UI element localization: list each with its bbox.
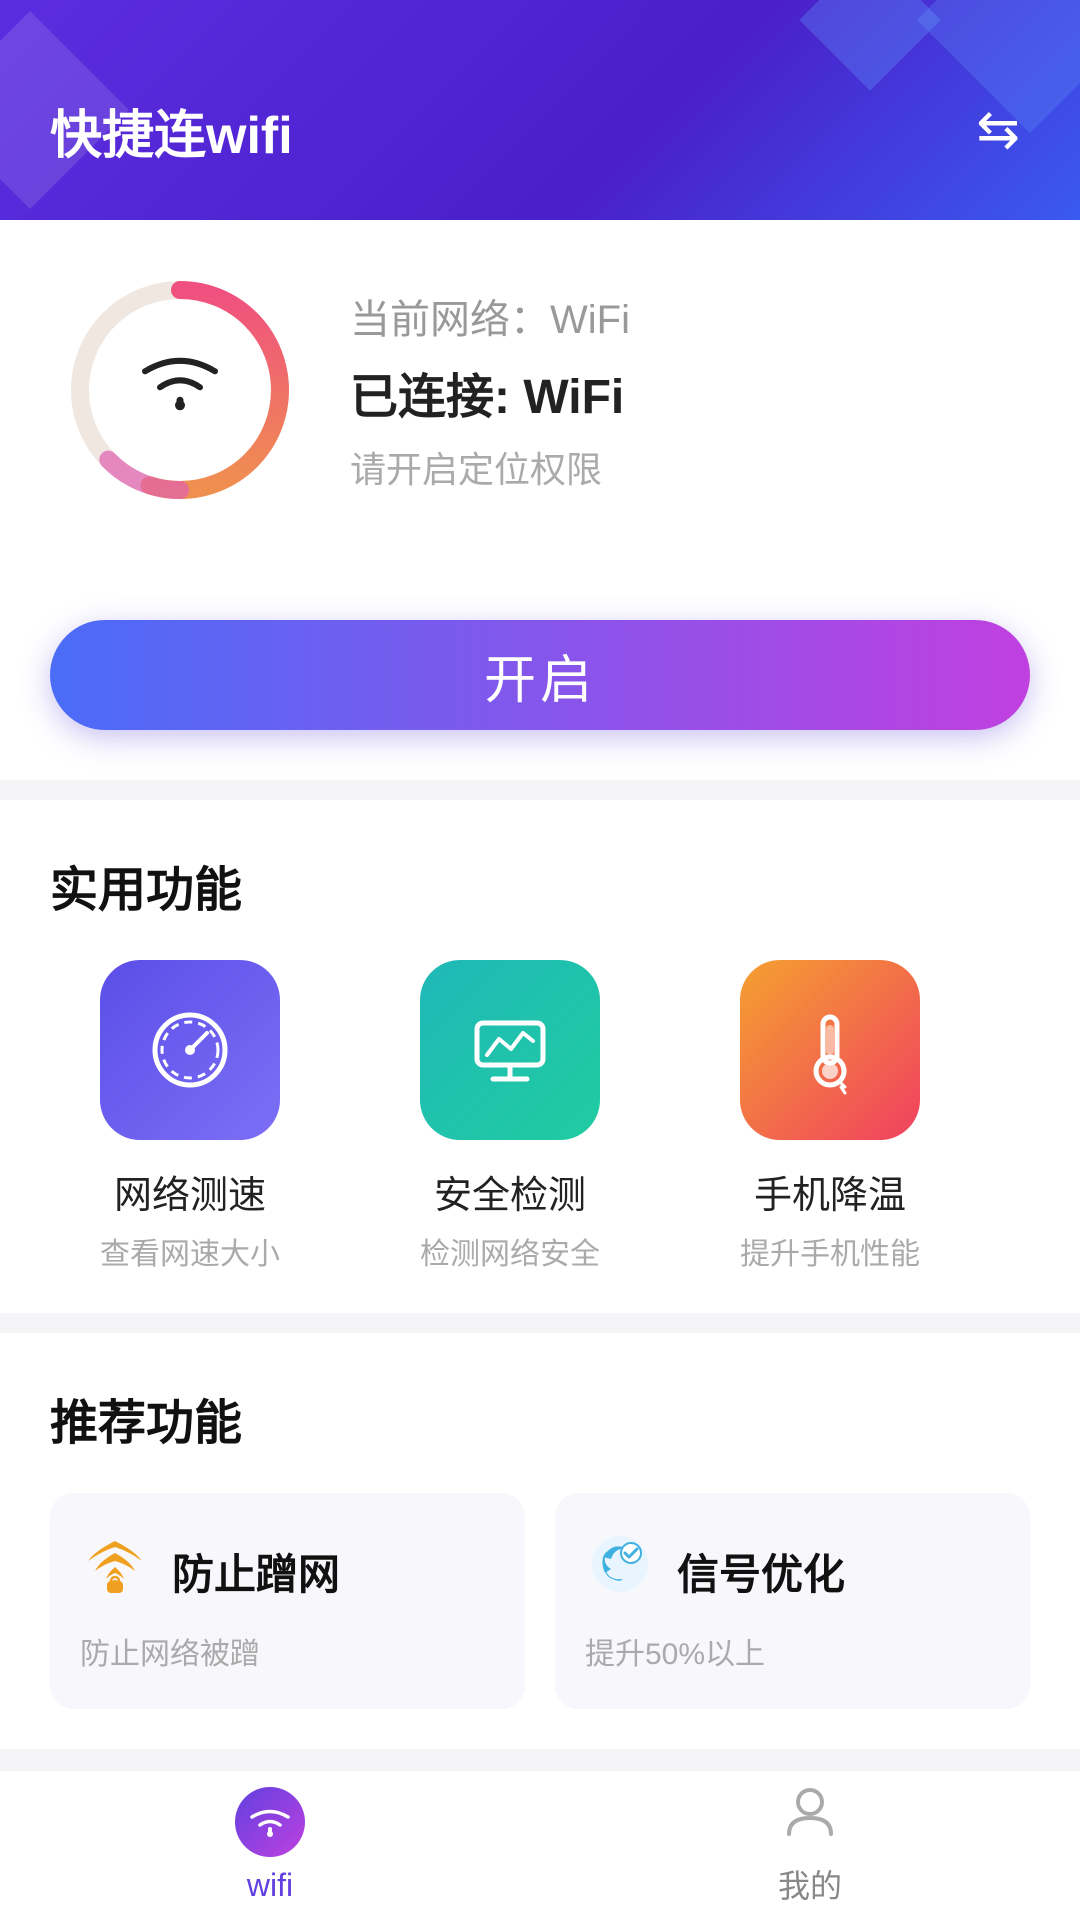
nav-label-wifi: wifi xyxy=(247,1867,293,1904)
recommend-row-protect: 防止蹭网 xyxy=(80,1529,495,1613)
back-button[interactable]: ⇆ xyxy=(966,90,1030,170)
feature-item-security[interactable]: 安全检测 检测网络安全 xyxy=(370,960,650,1273)
recommend-title-protect: 防止蹭网 xyxy=(172,1541,340,1602)
wifi-ring xyxy=(60,270,300,510)
feature-desc-speed: 查看网速大小 xyxy=(100,1229,280,1273)
nav-label-mine: 我的 xyxy=(778,1861,842,1907)
recommend-item-signal[interactable]: 信号优化 提升50%以上 xyxy=(555,1493,1030,1709)
nav-wifi-icon xyxy=(235,1787,305,1857)
nav-person-icon xyxy=(783,1784,837,1851)
recommend-desc-protect: 防止网络被蹭 xyxy=(80,1629,495,1673)
feature-item-speed[interactable]: 网络测速 查看网速大小 xyxy=(50,960,330,1273)
btn-section: 开启 xyxy=(0,570,1080,780)
recommend-row-signal: 信号优化 xyxy=(585,1529,1000,1613)
feature-name-security: 安全检测 xyxy=(434,1164,586,1219)
header-deco-2 xyxy=(799,0,940,91)
wifi-center-icon xyxy=(135,345,225,431)
open-button[interactable]: 开启 xyxy=(50,620,1030,730)
recommend-item-protect[interactable]: 防止蹭网 防止网络被蹭 xyxy=(50,1493,525,1709)
feature-item-cooling[interactable]: 手机降温 提升手机性能 xyxy=(690,960,970,1273)
permission-hint: 请开启定位权限 xyxy=(350,441,1020,493)
signal-boost-icon xyxy=(585,1529,655,1613)
feature-grid: 网络测速 查看网速大小 安全检测 检测网络安全 xyxy=(50,960,1030,1273)
feature-desc-security: 检测网络安全 xyxy=(420,1229,600,1273)
practical-section: 实用功能 网络测速 查看网速大小 xyxy=(0,800,1080,1313)
feature-icon-speedometer xyxy=(100,960,280,1140)
network-info: 当前网络：WiFi 已连接: WiFi 请开启定位权限 xyxy=(350,287,1020,493)
recommend-title-signal: 信号优化 xyxy=(677,1541,845,1602)
current-network-text: 当前网络：WiFi xyxy=(350,287,1020,345)
recommend-grid: 防止蹭网 防止网络被蹭 xyxy=(50,1493,1030,1709)
wifi-lock-icon xyxy=(80,1529,150,1613)
bottom-nav: wifi 我的 xyxy=(0,1770,1080,1920)
recommend-title: 推荐功能 xyxy=(50,1383,1030,1453)
feature-icon-monitor xyxy=(420,960,600,1140)
header: 快捷连wifi ⇆ xyxy=(0,0,1080,220)
nav-item-mine[interactable]: 我的 xyxy=(540,1784,1080,1907)
nav-item-wifi[interactable]: wifi xyxy=(0,1787,540,1904)
status-card: 当前网络：WiFi 已连接: WiFi 请开启定位权限 xyxy=(0,220,1080,570)
feature-icon-thermometer xyxy=(740,960,920,1140)
feature-desc-cooling: 提升手机性能 xyxy=(740,1229,920,1273)
recommend-desc-signal: 提升50%以上 xyxy=(585,1629,1000,1673)
connected-network-text: 已连接: WiFi xyxy=(350,357,1020,427)
feature-name-cooling: 手机降温 xyxy=(754,1164,906,1219)
app-title: 快捷连wifi xyxy=(50,93,966,168)
feature-name-speed: 网络测速 xyxy=(114,1164,266,1219)
recommend-section: 推荐功能 防止蹭网 防止网 xyxy=(0,1333,1080,1749)
practical-title: 实用功能 xyxy=(50,850,1030,920)
